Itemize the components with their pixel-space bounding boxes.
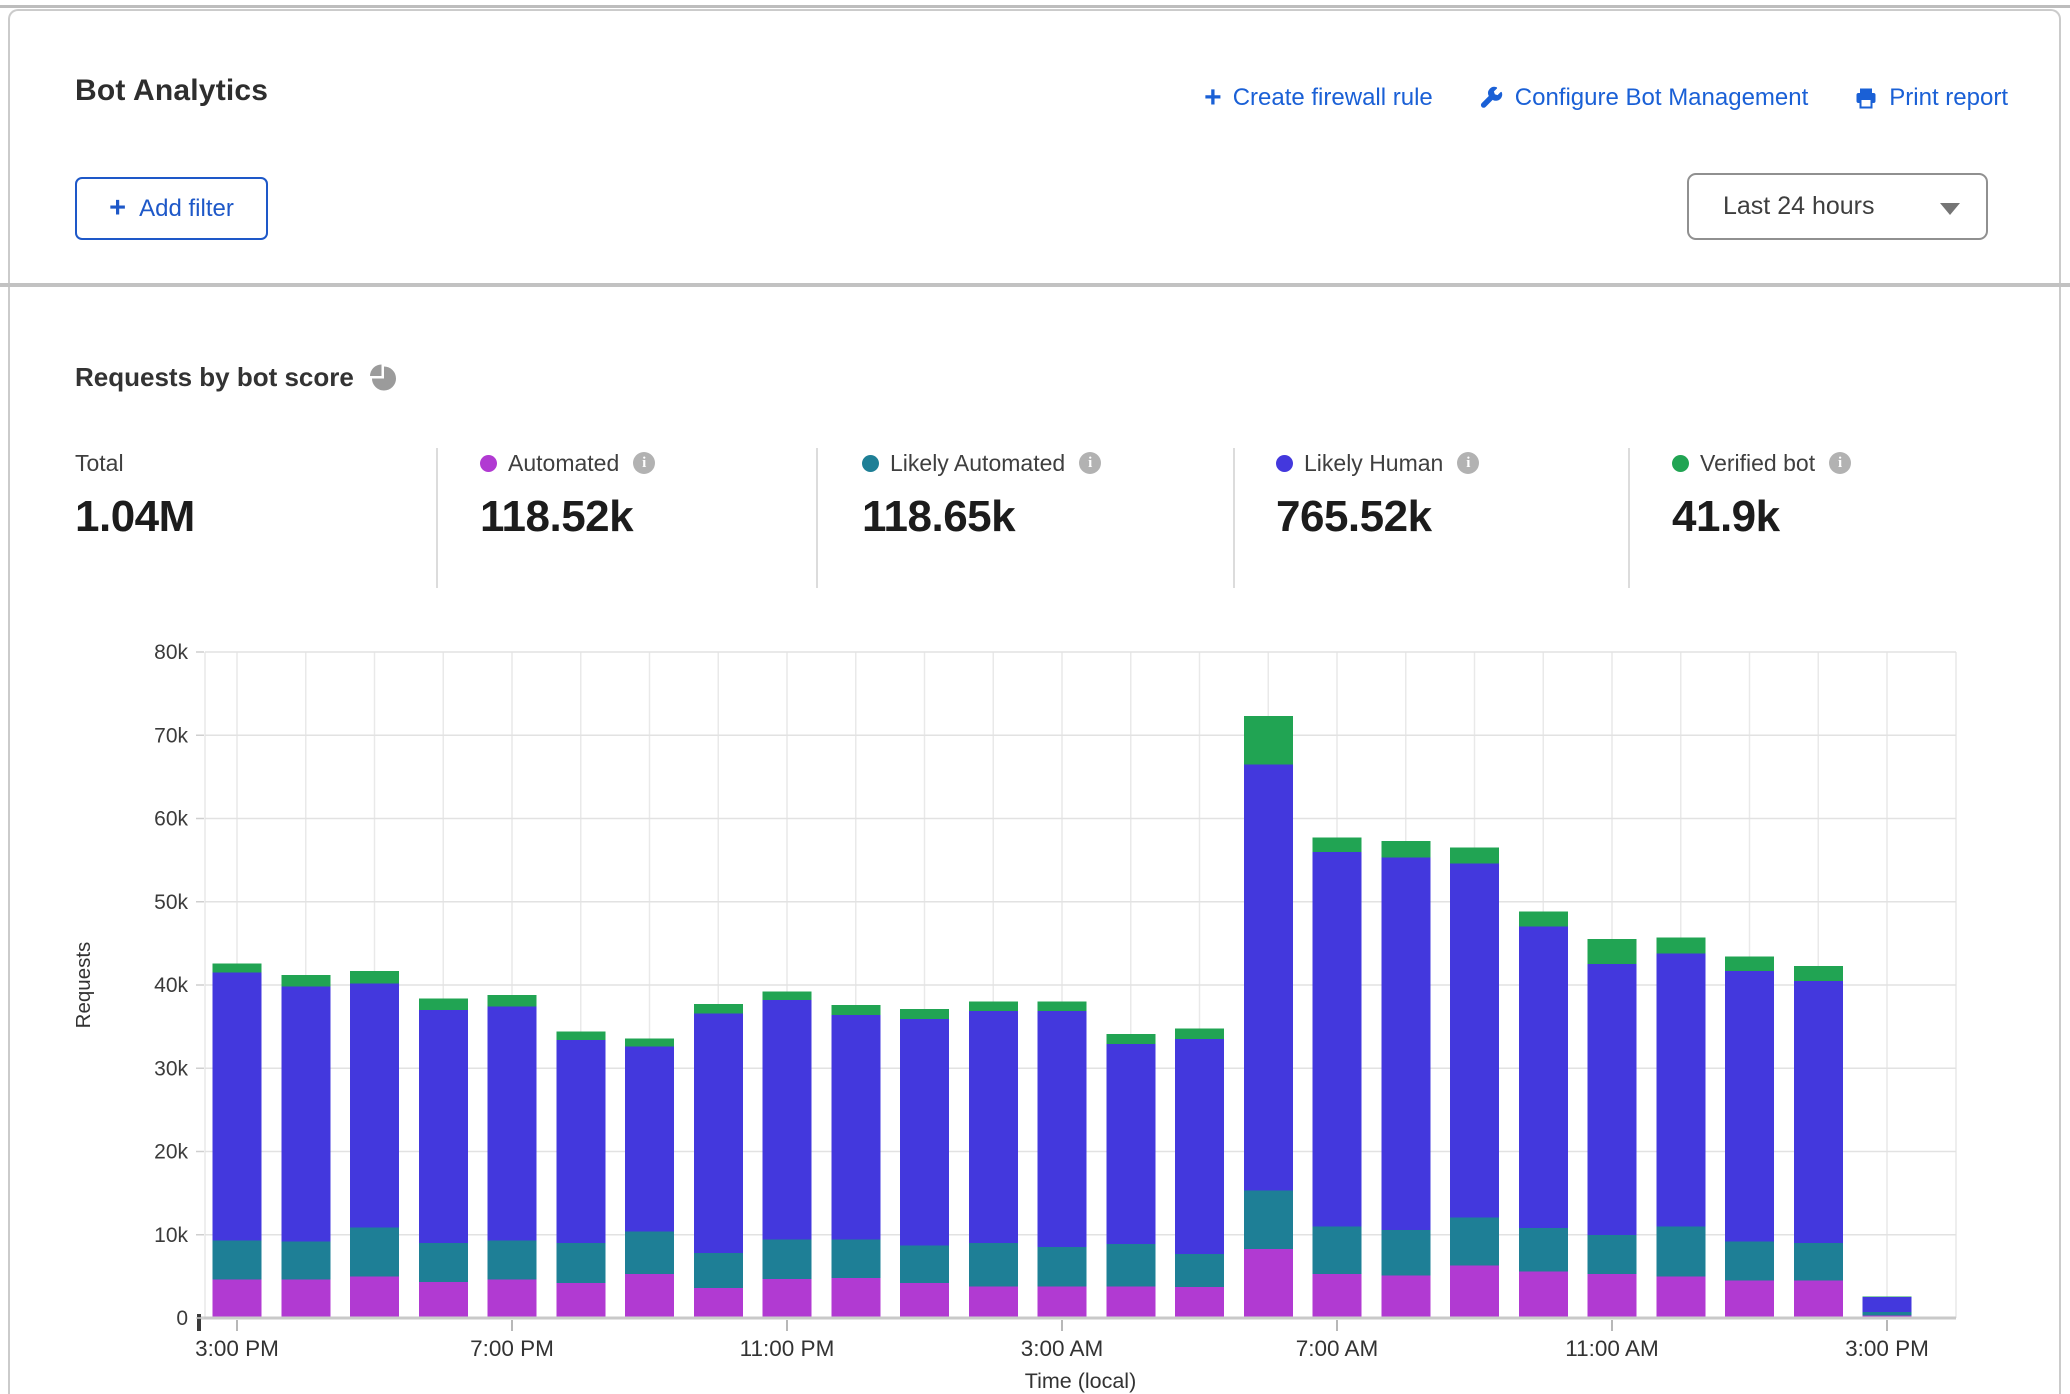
stat-value: 1.04M (75, 492, 436, 542)
stat-value: 118.65k (862, 492, 1233, 542)
legend-dot-icon (1672, 455, 1689, 472)
plus-icon: + (109, 198, 126, 218)
header-actions: + Create firewall rule Configure Bot Man… (1204, 84, 2008, 112)
plus-icon: + (1204, 88, 1222, 108)
bar-8-00-AM[interactable] (1381, 841, 1430, 1318)
bar-9-00-AM[interactable] (1450, 848, 1499, 1318)
add-filter-label: Add filter (139, 195, 234, 223)
bar-2-00-AM[interactable] (969, 1002, 1018, 1318)
y-axis-tick-label: 40k (154, 974, 188, 997)
x-axis-tick-label: 3:00 PM (1845, 1336, 1929, 1361)
y-axis-tick-label: 60k (154, 808, 188, 831)
stat-verified-bot: Verified bot i 41.9k (1628, 448, 2070, 588)
action-label: Configure Bot Management (1515, 84, 1809, 112)
stat-value: 118.52k (480, 492, 816, 542)
stat-label: Likely Automated (890, 450, 1065, 477)
section-header: Requests by bot score (75, 362, 397, 393)
bar-5-00-AM[interactable] (1175, 1028, 1224, 1318)
action-label: Create firewall rule (1233, 84, 1433, 112)
info-icon[interactable]: i (633, 452, 655, 474)
section-divider (0, 283, 2070, 287)
time-range-value: Last 24 hours (1723, 192, 1875, 221)
chevron-down-icon (1940, 203, 1960, 215)
x-axis-title: Time (local) (1025, 1369, 1137, 1393)
y-axis-tick-label: 70k (154, 724, 188, 747)
bar-10-00-AM[interactable] (1519, 912, 1568, 1318)
info-icon[interactable]: i (1457, 452, 1479, 474)
y-axis-tick-label: 10k (154, 1224, 188, 1247)
action-label: Print report (1889, 84, 2008, 112)
bar-7-00-PM[interactable] (488, 995, 537, 1318)
stat-automated: Automated i 118.52k (436, 448, 816, 588)
bar-9-00-PM[interactable] (625, 1038, 674, 1318)
bar-1-00-AM[interactable] (900, 1009, 949, 1318)
stat-value: 765.52k (1276, 492, 1628, 542)
bar-12-00-AM[interactable] (831, 1005, 880, 1318)
info-icon[interactable]: i (1829, 452, 1851, 474)
stat-value: 41.9k (1672, 492, 2070, 542)
stat-total: Total 1.04M (0, 448, 436, 588)
bar-2-00-PM[interactable] (1794, 966, 1843, 1318)
bar-4-00-PM[interactable] (281, 975, 330, 1318)
bar-3-00-AM[interactable] (1038, 1002, 1087, 1318)
bar-8-00-PM[interactable] (556, 1032, 605, 1318)
y-axis-title: Requests (72, 942, 95, 1029)
x-axis-tick-label: 7:00 AM (1296, 1336, 1379, 1361)
bar-5-00-PM[interactable] (350, 971, 399, 1318)
x-axis-tick-label: 11:00 AM (1565, 1336, 1658, 1361)
printer-icon (1854, 86, 1878, 110)
bar-4-00-AM[interactable] (1106, 1034, 1155, 1318)
y-axis-tick-label: 20k (154, 1141, 188, 1164)
x-axis-tick-label: 7:00 PM (470, 1336, 554, 1361)
print-report-link[interactable]: Print report (1854, 84, 2008, 112)
stat-label: Verified bot (1700, 450, 1815, 477)
pie-chart-icon (369, 364, 397, 392)
stat-label: Likely Human (1304, 450, 1443, 477)
wrench-icon (1479, 86, 1504, 111)
configure-bot-management-link[interactable]: Configure Bot Management (1479, 84, 1809, 112)
time-range-select[interactable]: Last 24 hours (1687, 173, 1988, 240)
x-axis-tick-label: 3:00 PM (195, 1336, 279, 1361)
legend-dot-icon (862, 455, 879, 472)
stat-label: Total (75, 450, 124, 477)
stat-likely-human: Likely Human i 765.52k (1233, 448, 1628, 588)
add-filter-button[interactable]: + Add filter (75, 177, 268, 240)
stats-row: Total1.04MAutomatedi118.52kLikely Automa… (0, 448, 2070, 588)
top-border-line (0, 5, 2070, 8)
stat-label: Automated (508, 450, 619, 477)
page-title: Bot Analytics (75, 74, 268, 108)
bar-7-00-AM[interactable] (1313, 838, 1362, 1318)
legend-dot-icon (480, 455, 497, 472)
y-axis-tick-label: 0 (176, 1307, 188, 1330)
bar-11-00-AM[interactable] (1588, 939, 1637, 1318)
x-axis-tick-label: 3:00 AM (1021, 1336, 1104, 1361)
legend-dot-icon (1276, 455, 1293, 472)
stat-likely-automated: Likely Automated i 118.65k (816, 448, 1233, 588)
bar-1-00-PM[interactable] (1725, 957, 1774, 1318)
x-axis-tick-label: 11:00 PM (740, 1336, 835, 1361)
info-icon[interactable]: i (1079, 452, 1101, 474)
bar-6-00-PM[interactable] (419, 998, 468, 1318)
bar-11-00-PM[interactable] (763, 992, 812, 1318)
y-axis-tick-label: 30k (154, 1057, 188, 1080)
section-title: Requests by bot score (75, 362, 354, 393)
bar-6-00-AM[interactable] (1244, 716, 1293, 1318)
y-axis-tick-label: 50k (154, 891, 188, 914)
create-firewall-rule-link[interactable]: + Create firewall rule (1204, 84, 1433, 112)
bar-12-00-PM[interactable] (1656, 938, 1705, 1318)
chart-svg[interactable]: 0 10k 20k 30k 40k 50k 60k 70k 80k 3:00 PM 7:00 PM 1… (0, 600, 2070, 1394)
bar-3-00-PM[interactable] (213, 963, 262, 1318)
chart: 0 10k 20k 30k 40k 50k 60k 70k 80k 3:00 PM 7:00 PM 1… (0, 600, 2070, 1394)
bar-10-00-PM[interactable] (694, 1004, 743, 1318)
bar-3-00-PM[interactable] (1863, 1296, 1912, 1318)
y-axis-tick-label: 80k (154, 641, 188, 664)
